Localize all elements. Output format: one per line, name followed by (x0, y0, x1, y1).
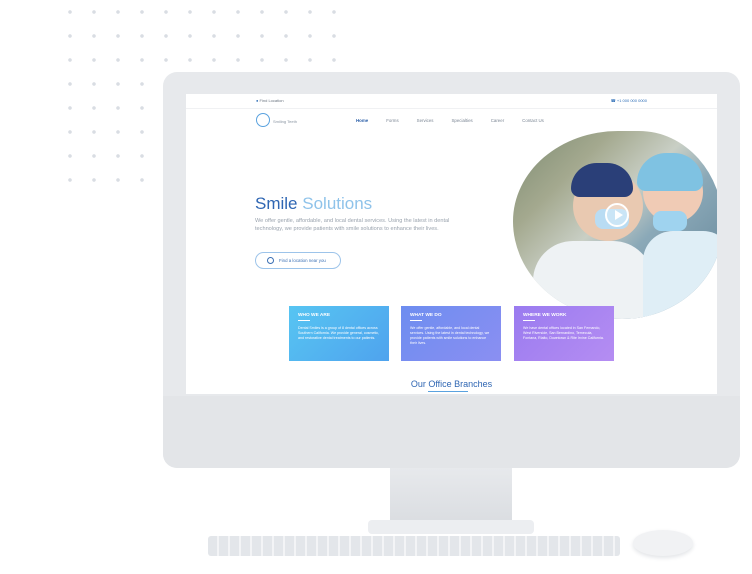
section-underline (428, 391, 468, 392)
section-title: Our Office Branches (410, 379, 493, 389)
nav-contact-us[interactable]: Contact Us (522, 118, 544, 123)
location-icon (267, 257, 274, 264)
location-pin-icon: ● (256, 98, 259, 103)
hero-photo (513, 131, 717, 319)
phone-icon: ☎ (610, 98, 616, 103)
hero-description: We offer gentle, affordable, and local d… (255, 218, 450, 232)
card-who-we-are: WHO WE ARE Dental Smiles is a group of 8… (289, 306, 389, 361)
nav-services[interactable]: Services (417, 118, 434, 123)
location-link[interactable]: ● Find Location (256, 98, 284, 103)
find-location-button[interactable]: Find a location near you (255, 252, 341, 269)
logo-icon[interactable] (256, 113, 270, 127)
monitor-chin (163, 396, 740, 468)
monitor-stand (390, 468, 512, 524)
nav-menu: Home Forms Services Specialties Career C… (356, 118, 544, 123)
top-bar: ● Find Location ☎ +1 000 000 0000 (186, 94, 717, 108)
phone-link[interactable]: ☎ +1 000 000 0000 (611, 98, 647, 103)
nav-specialties[interactable]: Specialties (452, 118, 473, 123)
nav-career[interactable]: Career (491, 118, 504, 123)
website-screen: ● Find Location ☎ +1 000 000 0000 Smilin… (186, 94, 717, 394)
card-what-we-do: WHAT WE DO We offer gentle, affordable, … (401, 306, 501, 361)
card-where-we-work: WHERE WE WORK We have dental offices loc… (514, 306, 614, 361)
play-icon[interactable] (605, 203, 629, 227)
main-nav: Smiling Teeth Home Forms Services Specia… (186, 108, 717, 133)
hero-title: Smile Solutions (255, 194, 373, 213)
keyboard (208, 536, 620, 556)
mouse (633, 530, 693, 556)
nav-forms[interactable]: Forms (386, 118, 398, 123)
nav-home[interactable]: Home (356, 118, 368, 123)
monitor-stand-base (368, 520, 534, 534)
logo-text: Smiling Teeth (273, 119, 297, 124)
